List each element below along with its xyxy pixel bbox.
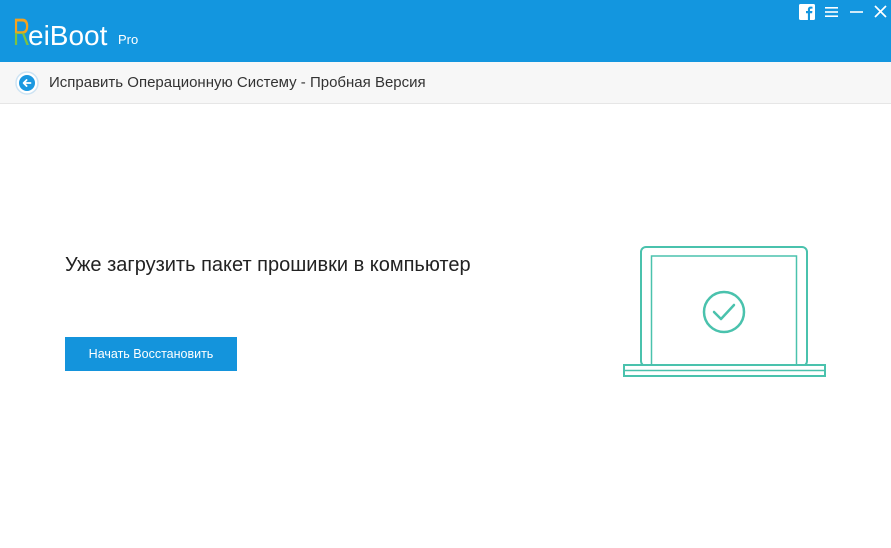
logo-edition: Pro — [118, 32, 139, 47]
app-window: R eiBoot Pro Исправить Операционную Сист… — [0, 0, 891, 548]
menu-icon — [825, 7, 838, 17]
laptop-screen-frame — [640, 246, 808, 367]
menu-button[interactable] — [825, 6, 838, 18]
laptop-illustration — [620, 244, 830, 380]
facebook-icon — [799, 4, 815, 20]
check-mark-icon — [712, 303, 736, 321]
main-content: Уже загрузить пакет прошивки в компьютер… — [0, 104, 891, 548]
check-circle-icon — [702, 290, 746, 334]
close-icon — [874, 5, 887, 18]
laptop-screen-inner — [650, 255, 798, 367]
laptop-check-icon — [623, 246, 826, 377]
reiboot-logo: R eiBoot Pro — [0, 0, 160, 62]
close-button[interactable] — [874, 5, 887, 18]
title-bar: R eiBoot Pro — [0, 0, 891, 62]
nav-bar: Исправить Операционную Систему - Пробная… — [0, 62, 891, 104]
back-button[interactable] — [15, 71, 39, 95]
page-title: Исправить Операционную Систему - Пробная… — [49, 74, 426, 91]
status-heading: Уже загрузить пакет прошивки в компьютер — [65, 254, 471, 276]
facebook-button[interactable] — [799, 4, 815, 20]
logo-name: eiBoot — [28, 20, 108, 51]
start-restore-button[interactable]: Начать Восстановить — [65, 337, 237, 371]
minimize-button[interactable] — [850, 6, 863, 18]
minimize-icon — [850, 11, 863, 13]
back-arrow-icon — [15, 71, 39, 95]
